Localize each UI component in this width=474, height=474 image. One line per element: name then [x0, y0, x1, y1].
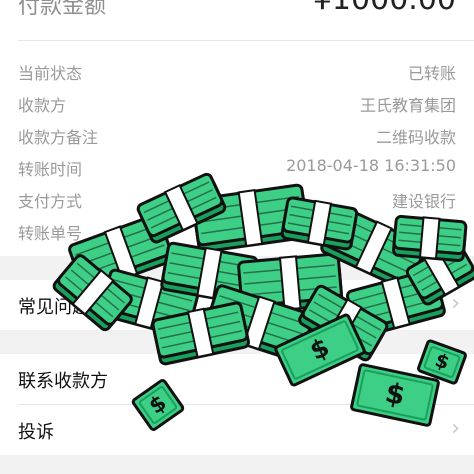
chevron-right-icon: ›	[451, 291, 460, 316]
section-gap	[0, 256, 474, 280]
detail-value: 建设银行	[391, 192, 456, 211]
faq-item[interactable]: 常见问题 ›	[0, 280, 474, 330]
section-gap	[0, 455, 474, 474]
detail-label: 转账时间	[18, 160, 83, 179]
detail-row-payee: 收款方 王氏教育集团	[0, 88, 474, 120]
amount-label: 付款金额	[18, 0, 107, 19]
amount-value: ¥1000.00	[313, 0, 456, 17]
contact-payee-item[interactable]: 联系收款方 ›	[0, 354, 474, 404]
chevron-right-icon: ›	[451, 365, 460, 390]
divider	[18, 40, 474, 41]
detail-row-transfer-time: 转账时间 2018-04-18 16:31:50	[0, 152, 474, 184]
detail-row-payment-method: 支付方式 建设银行	[0, 184, 474, 216]
detail-row-transfer-id: 转账单号	[0, 216, 474, 248]
detail-value: 2018-04-18 16:31:50	[286, 156, 456, 175]
detail-row-status: 当前状态 已转账	[0, 56, 474, 88]
contact-payee-label: 联系收款方	[18, 371, 108, 392]
amount-row: 付款金额 ¥1000.00	[0, 0, 474, 28]
faq-label: 常见问题	[18, 297, 90, 318]
complain-item[interactable]: 投诉 ›	[0, 405, 474, 455]
chevron-right-icon: ›	[451, 416, 460, 441]
detail-label: 当前状态	[18, 64, 83, 83]
detail-value: 王氏教育集团	[359, 96, 456, 115]
detail-value: 二维码收款	[375, 128, 456, 147]
section-gap	[0, 330, 474, 354]
detail-label: 收款方	[18, 96, 67, 115]
detail-label: 转账单号	[18, 224, 83, 243]
detail-label: 支付方式	[18, 192, 83, 211]
detail-value: 已转账	[407, 64, 456, 83]
complain-label: 投诉	[18, 422, 54, 443]
detail-row-payee-note: 收款方备注 二维码收款	[0, 120, 474, 152]
detail-label: 收款方备注	[18, 128, 99, 147]
